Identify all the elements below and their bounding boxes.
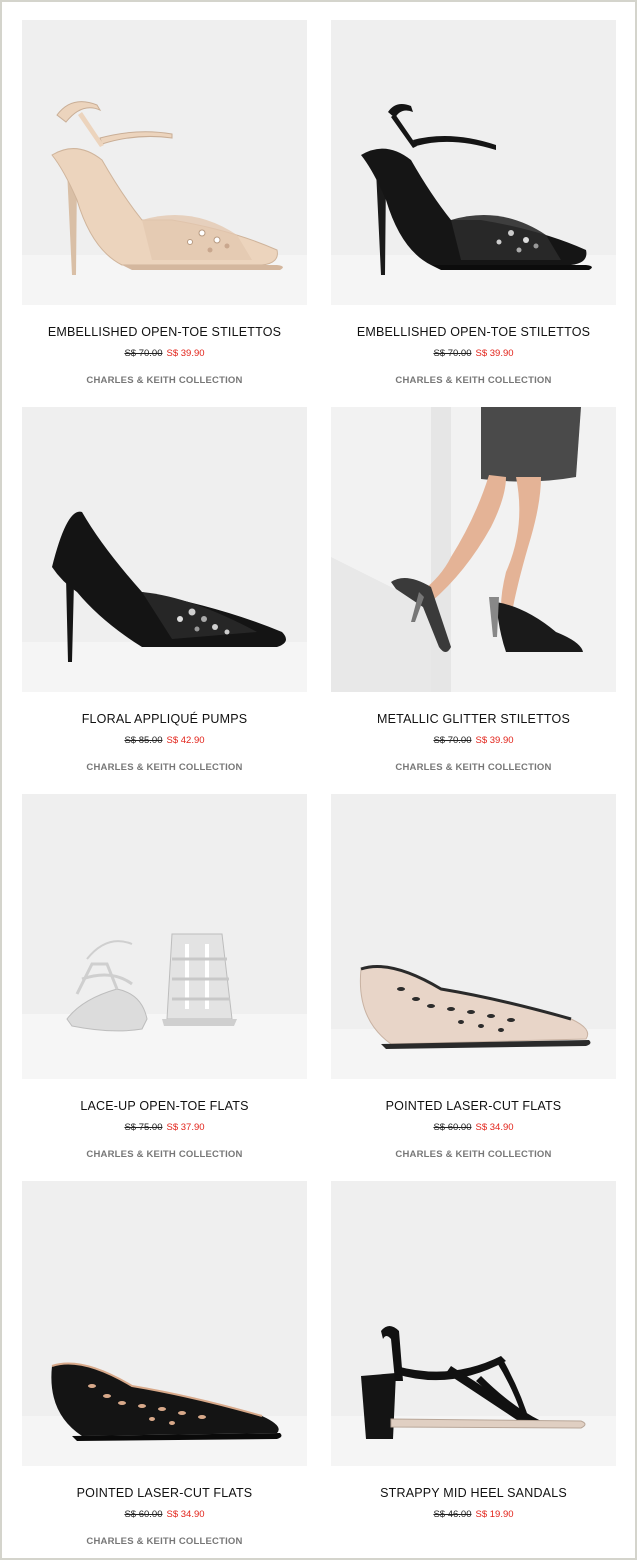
product-card[interactable]: POINTED LASER-CUT FLATS S$ 60.00 S$ 34.90… — [331, 794, 616, 1181]
product-brand[interactable]: CHARLES & KEITH COLLECTION — [22, 1536, 307, 1547]
original-price: S$ 46.00 — [433, 1509, 472, 1520]
product-name[interactable]: EMBELLISHED OPEN-TOE STILETTOS — [331, 325, 616, 339]
original-price: S$ 70.00 — [433, 348, 472, 359]
product-price: S$ 70.00 S$ 39.90 — [331, 735, 616, 746]
product-card[interactable]: FLORAL APPLIQUÉ PUMPS S$ 85.00 S$ 42.90 C… — [22, 407, 307, 794]
sale-price: S$ 37.90 — [166, 1122, 205, 1133]
original-price: S$ 60.00 — [433, 1122, 472, 1133]
product-brand[interactable]: CHARLES & KEITH COLLECTION — [22, 1149, 307, 1160]
product-name[interactable]: LACE-UP OPEN-TOE FLATS — [22, 1099, 307, 1113]
product-price: S$ 46.00 S$ 19.90 — [331, 1509, 616, 1520]
sale-price: S$ 34.90 — [166, 1509, 205, 1520]
product-grid: EMBELLISHED OPEN-TOE STILETTOS S$ 70.00 S… — [22, 20, 616, 1568]
product-name[interactable]: STRAPPY MID HEEL SANDALS — [331, 1486, 616, 1500]
product-price: S$ 70.00 S$ 39.90 — [22, 348, 307, 359]
original-price: S$ 70.00 — [433, 735, 472, 746]
product-card[interactable]: EMBELLISHED OPEN-TOE STILETTOS S$ 70.00 S… — [331, 20, 616, 407]
product-listing-frame: EMBELLISHED OPEN-TOE STILETTOS S$ 70.00 S… — [0, 0, 637, 1560]
product-image[interactable] — [331, 407, 616, 692]
product-price: S$ 60.00 S$ 34.90 — [22, 1509, 307, 1520]
sale-price: S$ 39.90 — [475, 735, 514, 746]
product-card[interactable]: EMBELLISHED OPEN-TOE STILETTOS S$ 70.00 S… — [22, 20, 307, 407]
product-image[interactable] — [22, 1181, 307, 1466]
product-card[interactable]: POINTED LASER-CUT FLATS S$ 60.00 S$ 34.90… — [22, 1181, 307, 1568]
product-price: S$ 85.00 S$ 42.90 — [22, 735, 307, 746]
original-price: S$ 85.00 — [124, 735, 163, 746]
original-price: S$ 75.00 — [124, 1122, 163, 1133]
sale-price: S$ 19.90 — [475, 1509, 514, 1520]
original-price: S$ 60.00 — [124, 1509, 163, 1520]
product-brand[interactable]: CHARLES & KEITH COLLECTION — [331, 762, 616, 773]
product-price: S$ 70.00 S$ 39.90 — [331, 348, 616, 359]
product-name[interactable]: FLORAL APPLIQUÉ PUMPS — [22, 712, 307, 726]
product-card[interactable]: LACE-UP OPEN-TOE FLATS S$ 75.00 S$ 37.90 … — [22, 794, 307, 1181]
product-image[interactable] — [22, 407, 307, 692]
product-brand[interactable]: CHARLES & KEITH COLLECTION — [22, 762, 307, 773]
original-price: S$ 70.00 — [124, 348, 163, 359]
sale-price: S$ 34.90 — [475, 1122, 514, 1133]
product-image[interactable] — [331, 1181, 616, 1466]
product-brand[interactable]: CHARLES & KEITH COLLECTION — [22, 375, 307, 386]
product-brand[interactable]: CHARLES & KEITH COLLECTION — [331, 375, 616, 386]
product-card[interactable]: STRAPPY MID HEEL SANDALS S$ 46.00 S$ 19.9… — [331, 1181, 616, 1568]
product-name[interactable]: EMBELLISHED OPEN-TOE STILETTOS — [22, 325, 307, 339]
product-name[interactable]: METALLIC GLITTER STILETTOS — [331, 712, 616, 726]
product-brand[interactable]: CHARLES & KEITH COLLECTION — [331, 1149, 616, 1160]
product-card[interactable]: METALLIC GLITTER STILETTOS S$ 70.00 S$ 39… — [331, 407, 616, 794]
product-name[interactable]: POINTED LASER-CUT FLATS — [22, 1486, 307, 1500]
product-image[interactable] — [22, 20, 307, 305]
product-name[interactable]: POINTED LASER-CUT FLATS — [331, 1099, 616, 1113]
product-image[interactable] — [331, 20, 616, 305]
sale-price: S$ 39.90 — [475, 348, 514, 359]
product-price: S$ 75.00 S$ 37.90 — [22, 1122, 307, 1133]
sale-price: S$ 42.90 — [166, 735, 205, 746]
sale-price: S$ 39.90 — [166, 348, 205, 359]
product-image[interactable] — [22, 794, 307, 1079]
product-image[interactable] — [331, 794, 616, 1079]
product-price: S$ 60.00 S$ 34.90 — [331, 1122, 616, 1133]
